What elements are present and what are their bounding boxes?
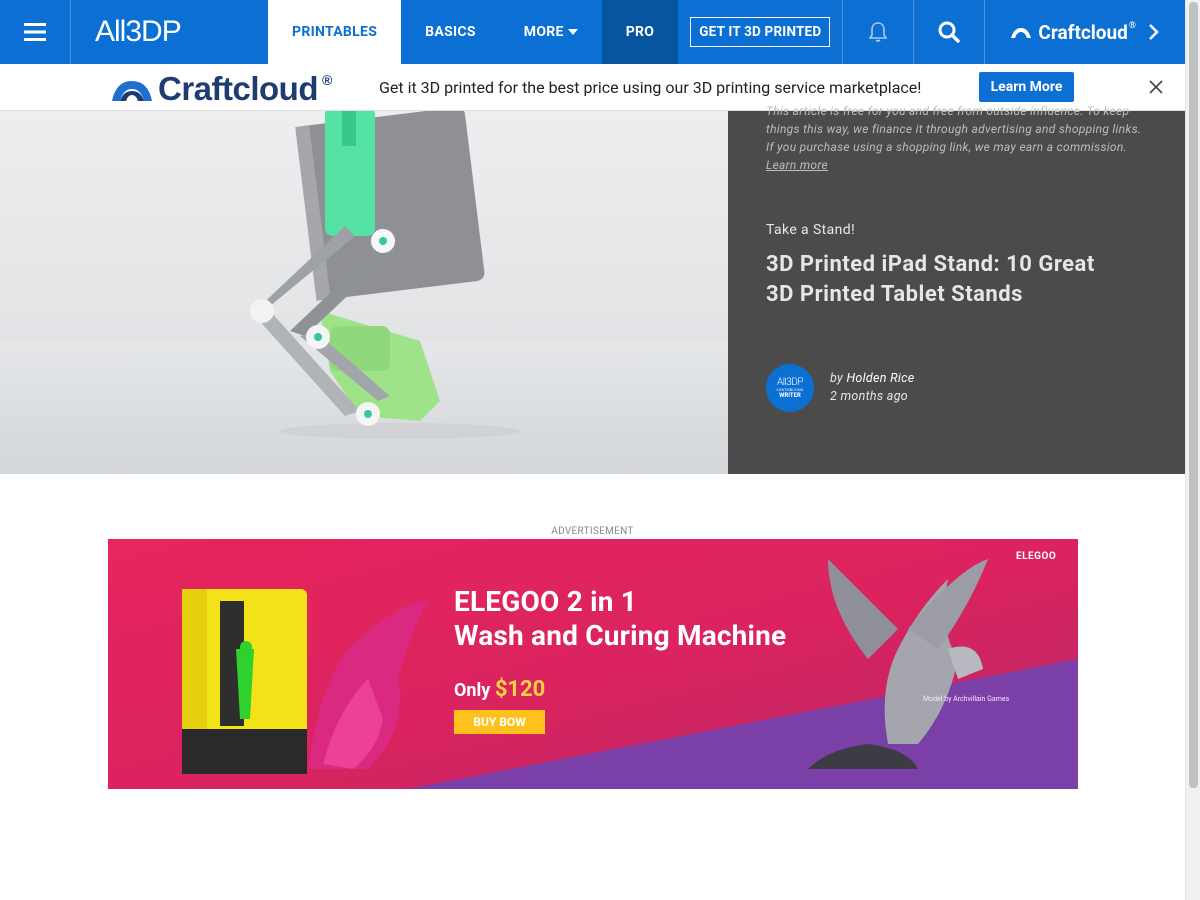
author-byline: by Holden Rice	[830, 371, 915, 386]
page-scrollbar[interactable]	[1185, 0, 1200, 900]
scrollbar-thumb[interactable]	[1189, 2, 1198, 788]
article-hero: This article is free for you and free fr…	[0, 104, 1185, 474]
search-icon	[938, 21, 961, 43]
chevron-right-icon	[1149, 24, 1159, 40]
hamburger-icon	[24, 23, 46, 41]
tab-printables[interactable]: PRINTABLES	[268, 0, 402, 64]
top-navigation-bar: All3DP PRINTABLES BASICS MORE PRO GET IT…	[0, 0, 1185, 64]
tab-more[interactable]: MORE	[500, 0, 602, 64]
get-it-3d-printed-button[interactable]: GET IT 3D PRINTED	[690, 17, 831, 47]
tablet-stand-illustration	[0, 111, 728, 474]
craftcloud-nav-label: Craftcloud®	[1038, 20, 1136, 44]
registered-mark: ®	[322, 72, 332, 88]
author-name-link[interactable]: Holden Rice	[846, 371, 914, 386]
craftcloud-logo-icon	[1011, 28, 1032, 38]
ad-price-amount: $120	[494, 677, 546, 702]
ad-price-prefix: Only	[454, 680, 491, 701]
tab-pro[interactable]: PRO	[601, 0, 679, 64]
ad-model-credit: Model by Archvillain Games	[923, 695, 1010, 703]
bell-icon	[868, 22, 888, 42]
tab-more-label: MORE	[523, 24, 564, 40]
search-button[interactable]	[914, 0, 986, 64]
ad-buy-button[interactable]: BUY BOW	[454, 710, 545, 734]
byline-prefix: by	[830, 371, 844, 386]
ad-price: Only $120	[454, 677, 545, 702]
ad-background	[108, 539, 1078, 789]
cta-wrapper: GET IT 3D PRINTED	[678, 0, 844, 64]
article-kicker: Take a Stand!	[766, 222, 856, 238]
notifications-button[interactable]	[843, 0, 915, 64]
hero-info-panel: This article is free for you and free fr…	[728, 104, 1185, 474]
hero-image[interactable]	[0, 111, 728, 474]
ad-title-line-2: Wash and Curing Machine	[454, 619, 787, 652]
close-icon	[1149, 80, 1163, 94]
ad-brand-logo: ELEGOO	[1016, 551, 1057, 562]
disclaimer-text: This article is free for you and free fr…	[766, 104, 1142, 154]
caret-down-icon	[567, 29, 578, 35]
ad-title-line-1: ELEGOO 2 in 1	[454, 585, 638, 618]
tab-basics[interactable]: BASICS	[401, 0, 500, 64]
hamburger-menu-button[interactable]	[0, 0, 71, 64]
avatar-writer-text: WRITER	[779, 392, 801, 399]
learn-more-button[interactable]: Learn More	[979, 72, 1074, 102]
affiliate-disclaimer: This article is free for you and free fr…	[766, 102, 1151, 174]
disclaimer-learn-more-link[interactable]: Learn more	[766, 158, 828, 172]
article-headline[interactable]: 3D Printed iPad Stand: 10 Great 3D Print…	[766, 250, 1096, 310]
site-logo[interactable]: All3DP	[71, 0, 268, 64]
advertisement-label: ADVERTISEMENT	[551, 526, 634, 537]
craftcloud-cloud-icon	[112, 81, 152, 101]
avatar-logo-text: All3DP	[777, 377, 804, 388]
craftcloud-banner-message: Get it 3D printed for the best price usi…	[379, 78, 922, 97]
craftcloud-banner-logo[interactable]: Craftcloud ®	[110, 70, 332, 108]
author-avatar[interactable]: All3DP CONTRIBUTING WRITER	[766, 364, 814, 412]
elegoo-advertisement[interactable]: ELEGOO ELEGOO 2 in 1 Wash and Curing Mac…	[108, 539, 1078, 789]
craftcloud-banner-logo-text: Craftcloud	[158, 70, 319, 107]
close-banner-button[interactable]	[1146, 77, 1166, 97]
publish-time: 2 months ago	[830, 389, 909, 404]
craftcloud-nav-link[interactable]: Craftcloud®	[985, 0, 1185, 64]
